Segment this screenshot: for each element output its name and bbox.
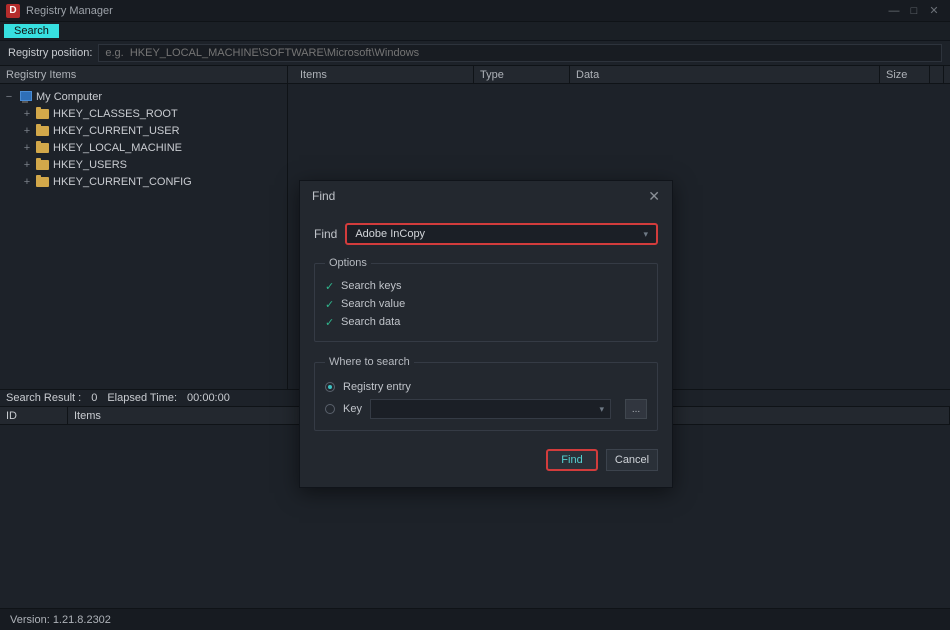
radio-label: Key	[343, 403, 362, 415]
registry-position-input[interactable]	[98, 44, 942, 62]
statusbar: Version: 1.21.8.2302	[0, 608, 950, 630]
tree-item-hku[interactable]: + HKEY_USERS	[4, 156, 283, 173]
checkbox-search-keys[interactable]: ✓ Search keys	[325, 277, 647, 295]
cancel-button[interactable]: Cancel	[606, 449, 658, 471]
window-title: Registry Manager	[26, 5, 113, 17]
dialog-close-icon[interactable]: ✕	[648, 188, 660, 205]
tree-item-hkcu[interactable]: + HKEY_CURRENT_USER	[4, 122, 283, 139]
where-legend: Where to search	[325, 356, 414, 368]
radio-icon	[325, 382, 335, 392]
tree-body: − My Computer + HKEY_CLASSES_ROOT + HKEY…	[0, 84, 287, 194]
find-value: Adobe InCopy	[355, 228, 425, 240]
folder-icon	[36, 109, 49, 119]
folder-icon	[36, 143, 49, 153]
tree-root[interactable]: − My Computer	[4, 88, 283, 105]
expand-icon[interactable]: +	[22, 159, 32, 171]
tree-root-label: My Computer	[36, 91, 102, 103]
folder-icon	[36, 177, 49, 187]
app-icon: D	[6, 4, 20, 18]
options-legend: Options	[325, 257, 371, 269]
radio-icon	[325, 404, 335, 414]
tree-item-label: HKEY_CURRENT_USER	[53, 125, 180, 137]
checkbox-label: Search value	[341, 298, 405, 310]
registry-position-label: Registry position:	[8, 47, 92, 59]
check-icon: ✓	[325, 280, 335, 293]
col-spacer	[930, 66, 944, 84]
key-picker-button[interactable]: ...	[625, 399, 647, 419]
expand-icon[interactable]: +	[22, 108, 32, 120]
search-result-count: 0	[91, 392, 97, 404]
tree-item-label: HKEY_CURRENT_CONFIG	[53, 176, 192, 188]
find-label: Find	[314, 227, 337, 241]
tree-item-label: HKEY_USERS	[53, 159, 127, 171]
elapsed-time-label: Elapsed Time:	[107, 392, 177, 404]
col-items[interactable]: Items	[294, 66, 474, 84]
dialog-titlebar: Find ✕	[300, 181, 672, 211]
expand-icon[interactable]: +	[22, 176, 32, 188]
tree-item-hkcc[interactable]: + HKEY_CURRENT_CONFIG	[4, 173, 283, 190]
folder-icon	[36, 160, 49, 170]
result-col-id[interactable]: ID	[0, 407, 68, 424]
col-type[interactable]: Type	[474, 66, 570, 84]
tab-search[interactable]: Search	[4, 24, 59, 38]
radio-registry-entry[interactable]: Registry entry	[325, 376, 647, 398]
options-fieldset: Options ✓ Search keys ✓ Search value ✓ S…	[314, 257, 658, 342]
find-dialog: Find ✕ Find Adobe InCopy ▾ Options ✓ Sea…	[299, 180, 673, 488]
search-result-label: Search Result :	[6, 392, 81, 404]
checkbox-label: Search keys	[341, 280, 402, 292]
tree-item-hkcr[interactable]: + HKEY_CLASSES_ROOT	[4, 105, 283, 122]
checkbox-search-data[interactable]: ✓ Search data	[325, 313, 647, 331]
expand-icon[interactable]: +	[22, 125, 32, 137]
check-icon: ✓	[325, 316, 335, 329]
checkbox-label: Search data	[341, 316, 400, 328]
tree-item-label: HKEY_CLASSES_ROOT	[53, 108, 178, 120]
find-input[interactable]: Adobe InCopy ▾	[345, 223, 658, 245]
version-label: Version:	[10, 614, 50, 626]
titlebar: D Registry Manager — □ ✕	[0, 0, 950, 22]
list-header: Items Type Data Size	[288, 66, 950, 84]
folder-icon	[36, 126, 49, 136]
col-data[interactable]: Data	[570, 66, 880, 84]
maximize-button[interactable]: □	[904, 5, 924, 17]
expand-icon[interactable]: +	[22, 142, 32, 154]
elapsed-time-value: 00:00:00	[187, 392, 230, 404]
tree-header: Registry Items	[0, 66, 287, 84]
chevron-down-icon[interactable]: ▾	[643, 229, 648, 240]
find-button[interactable]: Find	[546, 449, 598, 471]
tabbar: Search	[0, 22, 950, 41]
chevron-down-icon[interactable]: ▾	[599, 404, 604, 415]
radio-key[interactable]: Key ▾ ...	[325, 398, 647, 420]
minimize-button[interactable]: —	[884, 5, 904, 17]
check-icon: ✓	[325, 298, 335, 311]
col-size[interactable]: Size	[880, 66, 930, 84]
where-fieldset: Where to search Registry entry Key ▾ ...	[314, 356, 658, 431]
computer-icon	[18, 91, 32, 103]
registry-tree: Registry Items − My Computer + HKEY_CLAS…	[0, 66, 288, 389]
dialog-buttons: Find Cancel	[314, 445, 658, 477]
version-value: 1.21.8.2302	[53, 614, 111, 626]
pathbar: Registry position:	[0, 41, 950, 65]
checkbox-search-value[interactable]: ✓ Search value	[325, 295, 647, 313]
tree-item-label: HKEY_LOCAL_MACHINE	[53, 142, 182, 154]
close-window-button[interactable]: ✕	[924, 4, 944, 17]
find-row: Find Adobe InCopy ▾	[314, 223, 658, 245]
tree-item-hklm[interactable]: + HKEY_LOCAL_MACHINE	[4, 139, 283, 156]
dialog-title: Find	[312, 189, 335, 203]
collapse-icon[interactable]: −	[4, 91, 14, 103]
key-select[interactable]: ▾	[370, 399, 611, 419]
radio-label: Registry entry	[343, 381, 411, 393]
